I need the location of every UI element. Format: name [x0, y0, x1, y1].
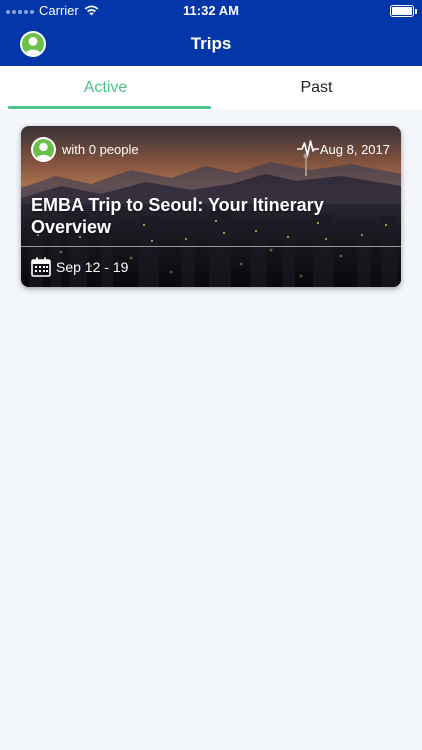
- user-avatar-icon: [33, 139, 54, 160]
- tab-active[interactable]: Active: [0, 66, 211, 110]
- navigation-bar: Trips: [0, 22, 422, 66]
- trip-updated-date: Aug 8, 2017: [319, 142, 390, 157]
- trip-tabs: Active Past: [0, 66, 422, 110]
- page-title: Trips: [190, 34, 232, 53]
- trip-people-count: with 0 people: [62, 142, 139, 157]
- pulse-icon: [297, 140, 319, 156]
- trip-date-range: Sep 12 - 19: [56, 259, 129, 275]
- card-divider: [21, 246, 401, 247]
- trip-owner-avatar: [31, 137, 56, 162]
- calendar-icon: [31, 257, 51, 277]
- active-tab-indicator: [8, 106, 211, 109]
- tab-past[interactable]: Past: [211, 66, 422, 110]
- battery-icon: [390, 5, 417, 17]
- status-time: 11:32 AM: [183, 3, 239, 18]
- trip-card[interactable]: with 0 people Aug 8, 2017 EMBA Trip to S…: [21, 126, 401, 287]
- trip-title: EMBA Trip to Seoul: Your Itinerary Overv…: [31, 195, 324, 237]
- status-bar: Carrier 11:32 AM: [0, 0, 422, 22]
